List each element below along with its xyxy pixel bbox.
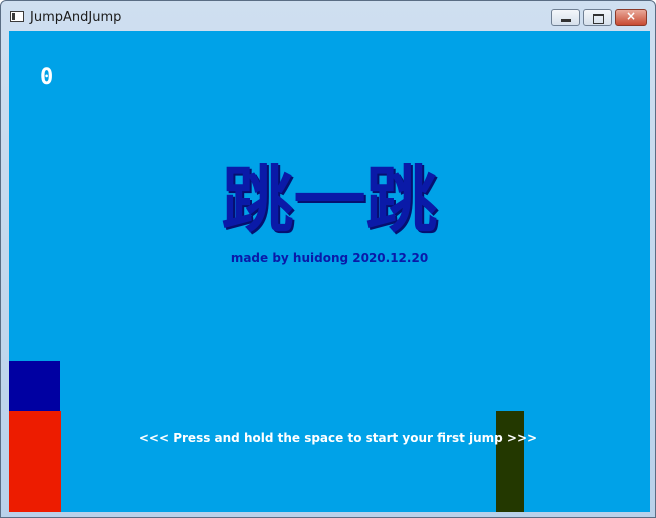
game-title: 跳一跳 (221, 157, 438, 242)
close-button[interactable]: × (615, 9, 647, 26)
credit-text: made by huidong 2020.12.20 (230, 251, 429, 265)
game-canvas[interactable]: 0 跳一跳 made by huidong 2020.12.20 <<< Pre… (9, 31, 650, 512)
app-icon (10, 11, 24, 22)
current-platform (9, 411, 61, 512)
maximize-button[interactable] (583, 9, 612, 26)
title-bar[interactable]: JumpAndJump × (1, 1, 655, 31)
minimize-icon (561, 19, 571, 22)
minimize-button[interactable] (551, 9, 580, 26)
maximize-icon (593, 14, 604, 24)
close-icon: × (625, 9, 637, 23)
score-counter: 0 (40, 65, 54, 90)
window-title: JumpAndJump (30, 10, 122, 25)
start-hint: <<< Press and hold the space to start yo… (138, 431, 538, 445)
app-window: JumpAndJump × 0 跳一跳 made by huidong 2020… (0, 0, 656, 518)
target-platform (496, 411, 524, 512)
player-block (9, 361, 60, 411)
